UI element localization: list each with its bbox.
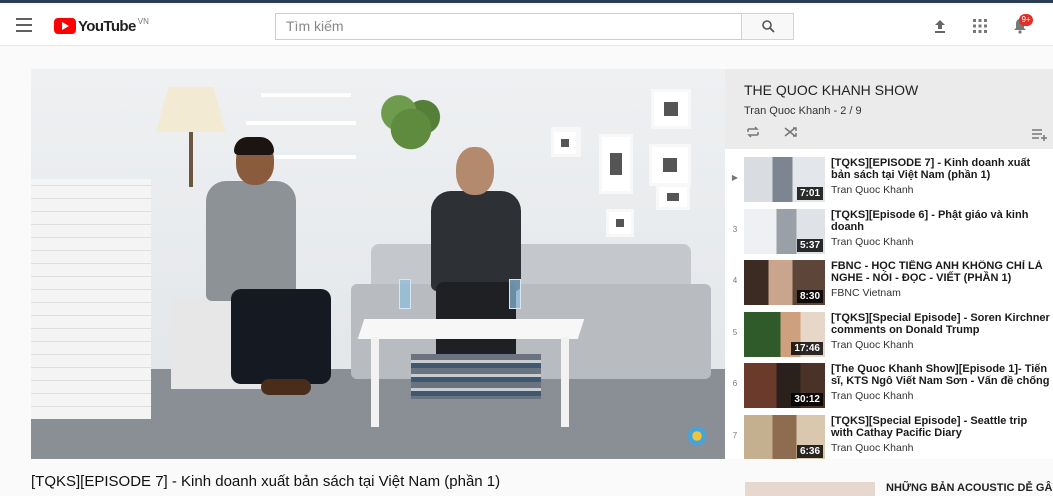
logo-region: VN [137,16,149,26]
wall-frame [651,89,691,129]
loop-icon[interactable] [745,125,761,139]
item-index: 4 [732,276,738,285]
search-placeholder: Tìm kiếm [286,18,344,34]
channel-name: FBNC Vietnam [831,287,901,299]
channel-name: Tran Quoc Khanh [831,184,914,196]
video-title[interactable]: FBNC - HỌC TIẾNG ANH KHÔNG CHỈ LÀ NGHE -… [831,260,1051,284]
video-title[interactable]: [TQKS][Special Episode] - Seattle trip w… [831,415,1051,439]
channel-name: Tran Quoc Khanh [831,441,914,454]
video-player[interactable] [31,69,725,459]
video-thumbnail[interactable]: 30:12 [744,363,825,408]
wall-frame [599,134,633,194]
video-thumbnail[interactable]: 7:01 [744,157,825,202]
app-frame: YouTube VN Tìm kiếm 9+ THE QUOC KHANH SH… [0,0,1053,496]
channel-name: Tran Quoc Khanh [831,235,914,248]
scene-brick-wall [31,179,151,419]
recommendation-title[interactable]: NHỮNG BẢN ACOUSTIC DỄ GÂY [886,482,1053,494]
shuffle-icon[interactable] [783,125,799,139]
table-leg [561,337,569,427]
playlist-position: 2 / 9 [840,105,862,117]
video-thumbnail[interactable]: 8:30 [744,260,825,305]
video-duration: 7:01 [796,187,823,200]
table-leg [371,337,379,427]
channel-name: Tran Quoc Khanh [831,390,914,402]
playlist-panel: THE QUOC KHANH SHOW Tran Quoc Khanh - 2 … [725,69,1053,459]
cup [399,279,411,309]
playlist-item[interactable]: 3 5:37 [TQKS][Episode 6] - Phật giáo và … [725,205,1053,257]
top-header: YouTube VN Tìm kiếm 9+ [0,6,1053,46]
host-person [191,137,331,404]
menu-icon[interactable] [16,18,32,32]
playlist-title[interactable]: THE QUOC KHANH SHOW [744,82,918,98]
now-playing-icon: ▶ [731,173,739,182]
wall-frame [551,129,579,157]
playlist-items: ▶ 7:01 [TQKS][EPISODE 7] - Kinh doanh xu… [725,153,1053,459]
channel-watermark-icon [686,425,708,447]
apps-grid-icon[interactable] [972,18,988,34]
notification-badge: 9+ [1019,14,1033,26]
video-title[interactable]: [TQKS][Special Episode] - Soren Kirchner… [831,312,1051,336]
upload-icon[interactable] [932,18,948,34]
playlist-item[interactable]: 5 17:46 [TQKS][Special Episode] - Soren … [725,308,1053,360]
wall-shelf [261,93,351,97]
recommendation-thumbnail[interactable] [745,482,875,496]
item-index: 7 [732,430,738,440]
video-duration: 8:30 [796,290,823,303]
video-thumbnail[interactable]: 5:37 [744,208,825,254]
coffee-table [357,319,585,339]
playlist-item[interactable]: 4 8:30 FBNC - HỌC TIẾNG ANH KHÔNG CHỈ LÀ… [725,256,1053,308]
item-index: 6 [732,379,738,388]
video-duration: 17:46 [791,341,823,355]
search-input[interactable]: Tìm kiếm [275,13,742,40]
video-thumbnail[interactable]: 6:36 [744,414,825,459]
video-duration: 30:12 [791,393,823,406]
video-duration: 5:37 [796,238,823,252]
play-logo-icon [54,18,76,34]
wall-frame [649,144,691,186]
video-title[interactable]: [TQKS][Episode 6] - Phật giáo và kinh do… [831,209,1051,233]
item-index: 3 [732,224,738,234]
wall-frame [656,184,690,210]
logo-text: YouTube [78,17,136,35]
video-title[interactable]: [TQKS][EPISODE 7] - Kinh doanh xuất bản … [831,157,1051,181]
search-icon [762,20,775,33]
item-index: 5 [732,327,738,337]
books-stack [411,354,541,399]
video-page-title: [TQKS][EPISODE 7] - Kinh doanh xuất bản … [31,473,501,490]
cup [509,279,521,309]
playlist-subtitle: Tran Quoc Khanh - 2 / 9 [744,105,862,117]
youtube-logo[interactable]: YouTube VN [54,16,149,36]
playlist-item[interactable]: 6 30:12 [The Quoc Khanh Show][Episode 1]… [725,359,1053,411]
wall-frame [606,209,634,237]
playlist-item[interactable]: 7 6:36 [TQKS][Special Episode] - Seattle… [725,411,1053,459]
playlist-item[interactable]: ▶ 7:01 [TQKS][EPISODE 7] - Kinh doanh xu… [725,153,1053,205]
playlist-add-icon[interactable] [1031,127,1049,141]
playlist-owner[interactable]: Tran Quoc Khanh [744,105,830,117]
video-title[interactable]: [The Quoc Khanh Show][Episode 1]- Tiến s… [831,363,1051,387]
playlist-header: THE QUOC KHANH SHOW Tran Quoc Khanh - 2 … [725,69,1053,149]
search-button[interactable] [741,13,794,40]
channel-name: Tran Quoc Khanh [831,338,914,351]
video-duration: 6:36 [796,444,823,458]
video-thumbnail[interactable]: 17:46 [744,311,825,357]
wall-shelf [246,121,356,125]
